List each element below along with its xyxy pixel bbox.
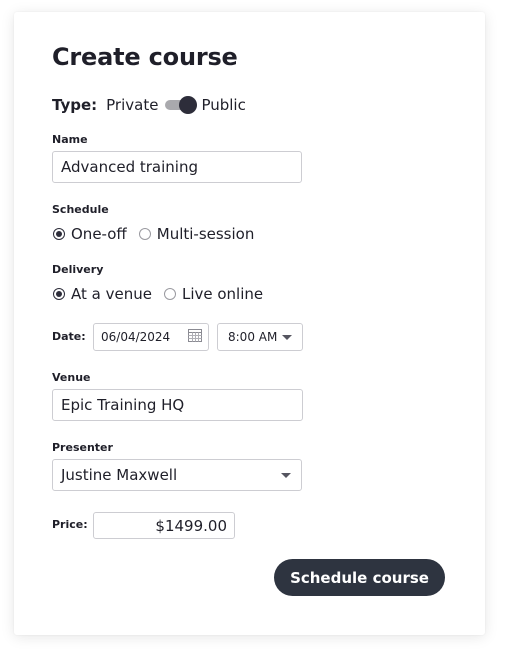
time-select[interactable]: 8:00 AM [217,323,303,351]
presenter-select[interactable]: Justine Maxwell [52,459,302,491]
schedule-label: Schedule [52,203,109,216]
page-title: Create course [52,43,238,71]
date-input[interactable]: 06/04/2024 [93,323,209,351]
schedule-option-label: One-off [71,225,127,243]
presenter-label: Presenter [52,441,113,454]
type-row: Type: Private Public [52,95,246,115]
type-toggle[interactable] [165,95,199,115]
price-input[interactable] [93,512,235,539]
type-option-private[interactable]: Private [106,96,158,114]
delivery-option-label: At a venue [71,285,152,303]
delivery-radio-group: At a venue Live online [53,284,275,304]
radio-unchecked-icon[interactable] [163,288,176,300]
presenter-value: Justine Maxwell [61,466,178,484]
name-input[interactable] [52,151,302,183]
time-value: 8:00 AM [228,330,278,344]
type-label: Type: [52,96,98,114]
schedule-course-button[interactable]: Schedule course [274,559,445,596]
name-label: Name [52,133,88,146]
delivery-option-online[interactable]: Live online [163,285,264,303]
delivery-option-venue[interactable]: At a venue [53,285,152,303]
schedule-option-one-off[interactable]: One-off [53,225,127,243]
radio-checked-icon[interactable] [53,228,65,240]
delivery-option-label: Live online [181,285,264,303]
delivery-label: Delivery [52,263,104,276]
schedule-option-label: Multi-session [156,225,255,243]
toggle-knob [179,96,198,114]
chevron-down-icon [282,334,292,340]
schedule-option-multi-session[interactable]: Multi-session [138,225,255,243]
price-label: Price: [52,518,88,531]
radio-checked-icon[interactable] [53,288,65,300]
date-value: 06/04/2024 [101,330,171,344]
radio-unchecked-icon[interactable] [138,228,151,240]
venue-input[interactable] [52,389,303,421]
date-label: Date: [52,330,86,343]
calendar-icon[interactable] [188,329,202,345]
chevron-down-icon [281,472,291,478]
venue-label: Venue [52,371,91,384]
type-option-public[interactable]: Public [201,96,245,114]
schedule-radio-group: One-off Multi-session [53,224,266,244]
